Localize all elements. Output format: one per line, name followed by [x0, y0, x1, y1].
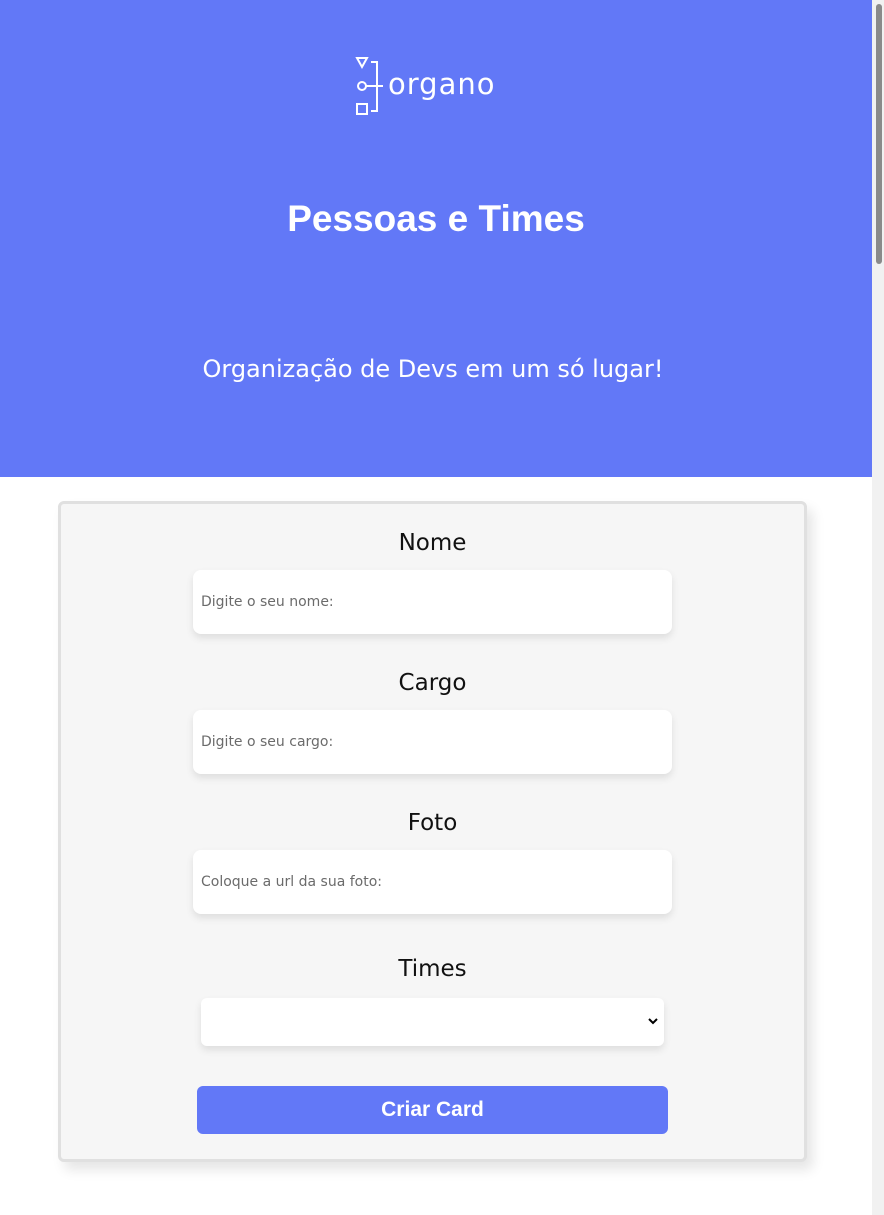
member-form: Nome Cargo Foto Times Criar Card	[58, 501, 807, 1162]
cargo-input[interactable]	[193, 710, 672, 774]
organo-logo: organo	[354, 56, 495, 116]
chevron-down-icon	[648, 1018, 658, 1025]
page-subtitle: Organização de Devs em um só lugar!	[202, 355, 664, 383]
logo-text: organo	[388, 67, 496, 101]
banner: organo Pessoas e Times Organização de De…	[0, 0, 872, 477]
page-scrollbar[interactable]	[872, 0, 884, 1215]
cargo-label: Cargo	[398, 670, 467, 696]
scrollbar-thumb[interactable]	[876, 4, 882, 264]
nome-label: Nome	[398, 530, 467, 556]
organo-logo-icon	[355, 57, 383, 115]
times-label: Times	[398, 956, 467, 982]
page-title: Pessoas e Times	[287, 198, 585, 239]
foto-label: Foto	[407, 810, 458, 836]
nome-input[interactable]	[193, 570, 672, 634]
foto-url-input[interactable]	[193, 850, 672, 914]
criar-card-button[interactable]: Criar Card	[197, 1086, 668, 1134]
times-select[interactable]	[201, 998, 664, 1046]
